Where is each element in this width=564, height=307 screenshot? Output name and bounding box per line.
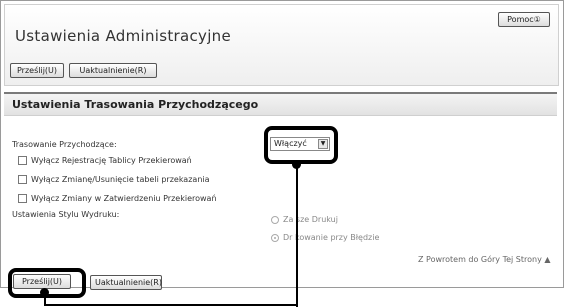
update-button-bottom[interactable]: Uaktualnienie(R) <box>90 275 162 290</box>
checkbox-label-disable-approval-changes: Wyłącz Zmiany w Zatwierdzeniu Przekierow… <box>31 194 217 203</box>
callout-leader-line-submit <box>44 292 46 306</box>
checkbox-label-disable-registration: Wyłącz Rejestrację Tablicy Przekierowań <box>31 156 192 165</box>
up-triangle-icon: ▲ <box>544 255 551 264</box>
checkbox-disable-registration[interactable] <box>18 156 27 165</box>
back-to-top-label: Z Powrotem do Góry Tej Strony <box>418 255 542 264</box>
help-button[interactable]: Pomoc① <box>498 12 550 27</box>
checkbox-label-disable-change-delete: Wyłącz Zmianę/Usunięcie tabeli przekazan… <box>31 175 210 184</box>
back-to-top-link[interactable]: Z Powrotem do Góry Tej Strony ▲ <box>418 255 551 264</box>
callout-leader-line-horizontal <box>44 304 298 306</box>
section-title: Ustawienia Trasowania Przychodzącego <box>12 98 259 111</box>
checkbox-disable-approval-changes[interactable] <box>18 194 27 203</box>
submit-button-top[interactable]: Prześlij(U) <box>10 63 64 78</box>
radio-label-always-print: Za sze Drukuj <box>283 215 338 224</box>
print-style-label: Ustawienia Stylu Wydruku: <box>12 210 120 219</box>
checkbox-disable-change-delete[interactable] <box>18 175 27 184</box>
update-button-top[interactable]: Uaktualnienie(R) <box>69 63 157 78</box>
callout-leader-line <box>296 164 298 307</box>
page-title: Ustawienia Administracyjne <box>15 27 232 45</box>
radio-print-on-error[interactable] <box>271 234 279 242</box>
callout-highlight-select <box>264 126 338 164</box>
routing-label: Trasowanie Przychodzące: <box>12 140 117 149</box>
section-header: Ustawienia Trasowania Przychodzącego <box>4 92 557 116</box>
radio-always-print[interactable] <box>271 216 279 224</box>
